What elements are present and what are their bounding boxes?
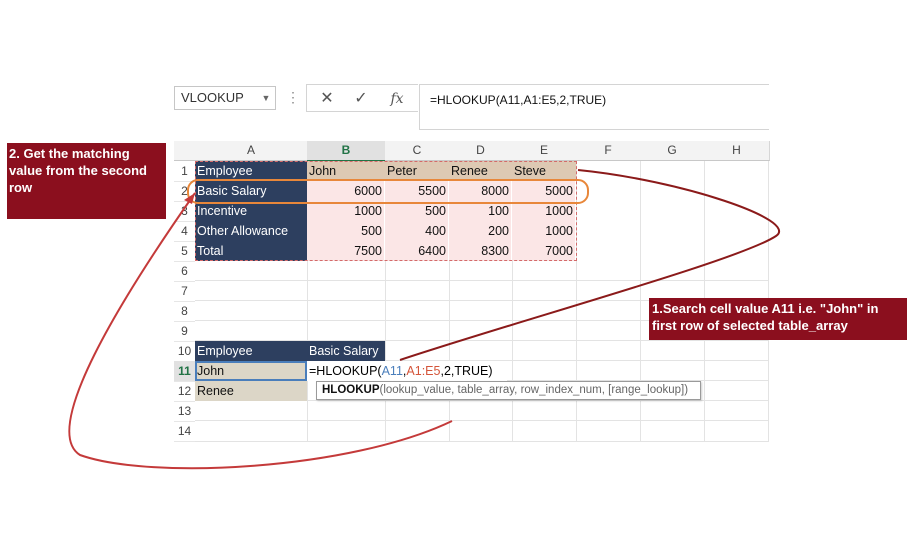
return-arrow-path: [68, 192, 453, 470]
row-2-highlight: [187, 179, 589, 204]
callout-step-2: 2. Get the matching value from the secon…: [7, 143, 166, 219]
callout-step-1: 1.Search cell value A11 i.e. "John" in f…: [649, 298, 907, 340]
annotation-overlay: [68, 169, 780, 470]
